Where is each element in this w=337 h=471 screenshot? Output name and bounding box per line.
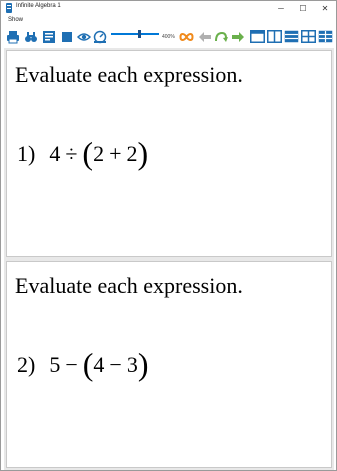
eye-icon bbox=[76, 32, 91, 41]
binoculars-button[interactable] bbox=[23, 29, 38, 44]
app-icon bbox=[6, 3, 12, 13]
dataset-button[interactable] bbox=[41, 29, 56, 44]
forward-button[interactable] bbox=[230, 29, 245, 44]
speedometer-icon bbox=[93, 30, 106, 43]
zoom-level: 400% bbox=[162, 34, 175, 40]
speed-button[interactable] bbox=[92, 29, 107, 44]
expr-operator: − bbox=[65, 352, 78, 377]
layout-mixed-icon bbox=[318, 30, 333, 43]
minimize-button[interactable]: ─ bbox=[270, 1, 292, 15]
undo-arrow-icon bbox=[214, 31, 228, 42]
menu-show[interactable]: Show bbox=[8, 17, 23, 23]
expr-operand: 2 bbox=[93, 141, 105, 166]
expr-operand: 4 bbox=[93, 352, 105, 377]
dataset-icon bbox=[42, 30, 55, 43]
problem-1: 1) 4 ÷ ( 2 + 2 ) bbox=[17, 135, 149, 171]
expr-operand: 2 bbox=[126, 141, 138, 166]
minimize-icon: ─ bbox=[278, 3, 284, 13]
math-expression: 4 ÷ ( 2 + 2 ) bbox=[49, 135, 149, 171]
instruction-text: Evaluate each expression. bbox=[15, 62, 243, 87]
maximize-button[interactable]: ☐ bbox=[292, 1, 314, 15]
close-button[interactable]: ✕ bbox=[314, 1, 336, 15]
problem-2: 2) 5 − ( 4 − 3 ) bbox=[17, 346, 149, 382]
layout-rows-icon bbox=[284, 30, 299, 43]
instruction-text: Evaluate each expression. bbox=[15, 273, 243, 298]
binoculars-icon bbox=[24, 31, 37, 42]
document-viewport[interactable]: Evaluate each expression. 1) 4 ÷ ( 2 + 2… bbox=[4, 48, 334, 470]
layout-one-column-button[interactable] bbox=[250, 29, 265, 44]
maximize-icon: ☐ bbox=[299, 3, 307, 13]
problem-number: 2) bbox=[17, 352, 36, 377]
forward-arrow-icon bbox=[231, 31, 244, 42]
infinity-icon bbox=[179, 32, 194, 41]
left-paren: ( bbox=[82, 346, 94, 382]
expr-operator: − bbox=[109, 352, 122, 377]
app-window: Infinite Algebra 1 ─ ☐ ✕ Show 400% Evalu… bbox=[0, 0, 337, 471]
layout-rows-button[interactable] bbox=[284, 29, 299, 44]
layout-grid-icon bbox=[301, 30, 316, 43]
back-button[interactable] bbox=[197, 29, 212, 44]
zoom-slider-thumb[interactable] bbox=[138, 30, 141, 38]
layout-one-column-icon bbox=[250, 30, 265, 43]
expr-operand: 4 bbox=[49, 141, 61, 166]
math-expression: 5 − ( 4 − 3 ) bbox=[49, 346, 149, 382]
view-button[interactable] bbox=[76, 29, 91, 44]
stop-button[interactable] bbox=[59, 29, 74, 44]
close-icon: ✕ bbox=[321, 3, 329, 13]
expr-operand: 5 bbox=[49, 352, 61, 377]
right-paren: ) bbox=[137, 135, 149, 171]
layout-two-column-icon bbox=[267, 30, 282, 43]
menu-bar: Show bbox=[1, 15, 336, 27]
question-card-2: Evaluate each expression. 2) 5 − ( 4 − 3… bbox=[6, 261, 332, 468]
back-arrow-icon bbox=[198, 31, 211, 42]
printer-icon bbox=[6, 30, 19, 43]
toolbar: 400% bbox=[1, 27, 336, 47]
print-button[interactable] bbox=[5, 29, 20, 44]
problem-number: 1) bbox=[17, 141, 36, 166]
undo-button[interactable] bbox=[213, 29, 228, 44]
title-bar[interactable]: Infinite Algebra 1 ─ ☐ ✕ bbox=[1, 1, 336, 15]
layout-two-column-button[interactable] bbox=[267, 29, 282, 44]
stop-icon bbox=[61, 31, 72, 42]
window-title: Infinite Algebra 1 bbox=[16, 3, 61, 9]
infinity-button[interactable] bbox=[179, 29, 194, 44]
expr-operator: + bbox=[109, 141, 122, 166]
expr-operand: 3 bbox=[126, 352, 138, 377]
expr-operator: ÷ bbox=[65, 141, 78, 166]
right-paren: ) bbox=[137, 346, 149, 382]
zoom-slider-track[interactable] bbox=[111, 33, 159, 35]
layout-grid-button[interactable] bbox=[301, 29, 316, 44]
question-card-1: Evaluate each expression. 1) 4 ÷ ( 2 + 2… bbox=[6, 50, 332, 257]
left-paren: ( bbox=[82, 135, 94, 171]
layout-mixed-button[interactable] bbox=[318, 29, 333, 44]
